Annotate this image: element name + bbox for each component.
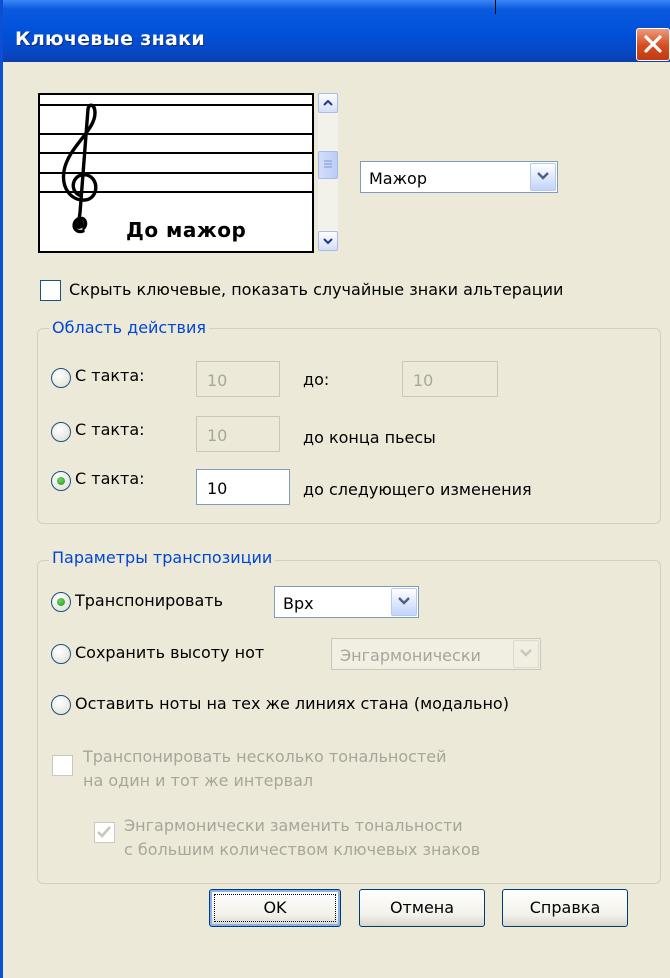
- help-button[interactable]: Справка: [502, 889, 628, 927]
- ok-button[interactable]: OK: [209, 889, 341, 927]
- scope-range-label: С такта:: [75, 366, 145, 385]
- close-icon: [644, 35, 662, 53]
- title-bar[interactable]: Ключевые знаки: [3, 0, 670, 62]
- modal-label: Оставить ноты на тех же линиях стана (мо…: [75, 694, 509, 713]
- scroll-thumb[interactable]: [318, 151, 338, 179]
- scope-to-end-from-field[interactable]: 10: [196, 416, 280, 452]
- enharmonic-label-line1: Энгармонически заменить тональности: [124, 816, 463, 835]
- hide-key-label: Скрыть ключевые, показать случайные знак…: [69, 280, 564, 299]
- grip-icon: [324, 160, 332, 168]
- transpose-direction-select[interactable]: Врх: [274, 586, 419, 618]
- treble-clef-icon: [61, 103, 98, 234]
- checkmark-icon: [97, 826, 111, 838]
- multi-keys-label-line2: на один и тот же интервал: [83, 771, 314, 790]
- scroll-down-button[interactable]: [318, 231, 338, 251]
- key-signature-dialog: Ключевые знаки До мажор Мажор Скрыть клю…: [0, 0, 670, 978]
- spelling-select[interactable]: Энгармонически: [331, 638, 541, 670]
- chevron-down-icon: [323, 238, 333, 244]
- transpose-group-legend: Параметры транспозиции: [49, 548, 276, 567]
- scope-range-to-value: 10: [413, 371, 434, 390]
- mode-dropdown-button[interactable]: [530, 163, 556, 191]
- spelling-select-value: Энгармонически: [340, 646, 481, 665]
- scope-next-change-label: С такта:: [75, 469, 145, 488]
- enharmonic-label-line2: с большим количеством ключевых знаков: [124, 840, 481, 859]
- keep-pitch-label: Сохранить высоту нот: [75, 643, 265, 662]
- scope-to-end-text: до конца пьесы: [303, 428, 436, 447]
- radio-selected-dot: [57, 477, 65, 485]
- key-name: До мажор: [126, 218, 247, 242]
- scope-to-end-from-value: 10: [207, 426, 228, 445]
- multi-keys-checkbox[interactable]: [52, 755, 73, 776]
- scope-range-to-field[interactable]: 10: [402, 361, 498, 397]
- transpose-direction-dropdown[interactable]: [391, 588, 417, 616]
- transpose-radio[interactable]: [51, 592, 71, 612]
- transpose-direction-value: Врх: [283, 594, 314, 613]
- scope-radio-range[interactable]: [51, 368, 71, 388]
- spelling-dropdown-button[interactable]: [513, 640, 539, 668]
- radio-selected-dot: [57, 598, 65, 606]
- chevron-down-icon: [520, 649, 532, 657]
- enharmonic-checkbox[interactable]: [94, 822, 115, 843]
- cancel-button[interactable]: Отмена: [359, 889, 485, 927]
- key-preview: До мажор: [38, 93, 314, 253]
- chevron-down-icon: [537, 172, 549, 180]
- mode-select-value: Мажор: [369, 169, 427, 188]
- hide-key-checkbox[interactable]: [40, 280, 61, 301]
- key-scrollbar[interactable]: [318, 93, 338, 251]
- scope-group-legend: Область действия: [49, 318, 209, 337]
- scroll-up-button[interactable]: [318, 93, 338, 113]
- close-button[interactable]: [636, 28, 670, 61]
- mode-select[interactable]: Мажор: [360, 161, 558, 193]
- scope-radio-next-change[interactable]: [51, 471, 71, 491]
- chevron-up-icon: [323, 100, 333, 106]
- chevron-down-icon: [398, 597, 410, 605]
- scope-to-end-label: С такта:: [75, 420, 145, 439]
- scope-next-change-from-value: 10: [207, 479, 228, 498]
- transpose-label: Транспонировать: [75, 591, 224, 610]
- modal-radio[interactable]: [51, 695, 71, 715]
- scope-next-change-from-field[interactable]: 10: [196, 469, 290, 505]
- scope-radio-to-end[interactable]: [51, 422, 71, 442]
- divider: [495, 0, 496, 14]
- keep-pitch-radio[interactable]: [51, 644, 71, 664]
- multi-keys-label-line1: Транспонировать несколько тональностей: [83, 747, 447, 766]
- scope-range-to-label: до:: [303, 370, 330, 389]
- scope-next-change-text: до следующего изменения: [303, 480, 532, 499]
- dialog-title: Ключевые знаки: [15, 28, 205, 50]
- scope-range-from-value: 10: [207, 371, 228, 390]
- scope-range-from-field[interactable]: 10: [196, 361, 280, 397]
